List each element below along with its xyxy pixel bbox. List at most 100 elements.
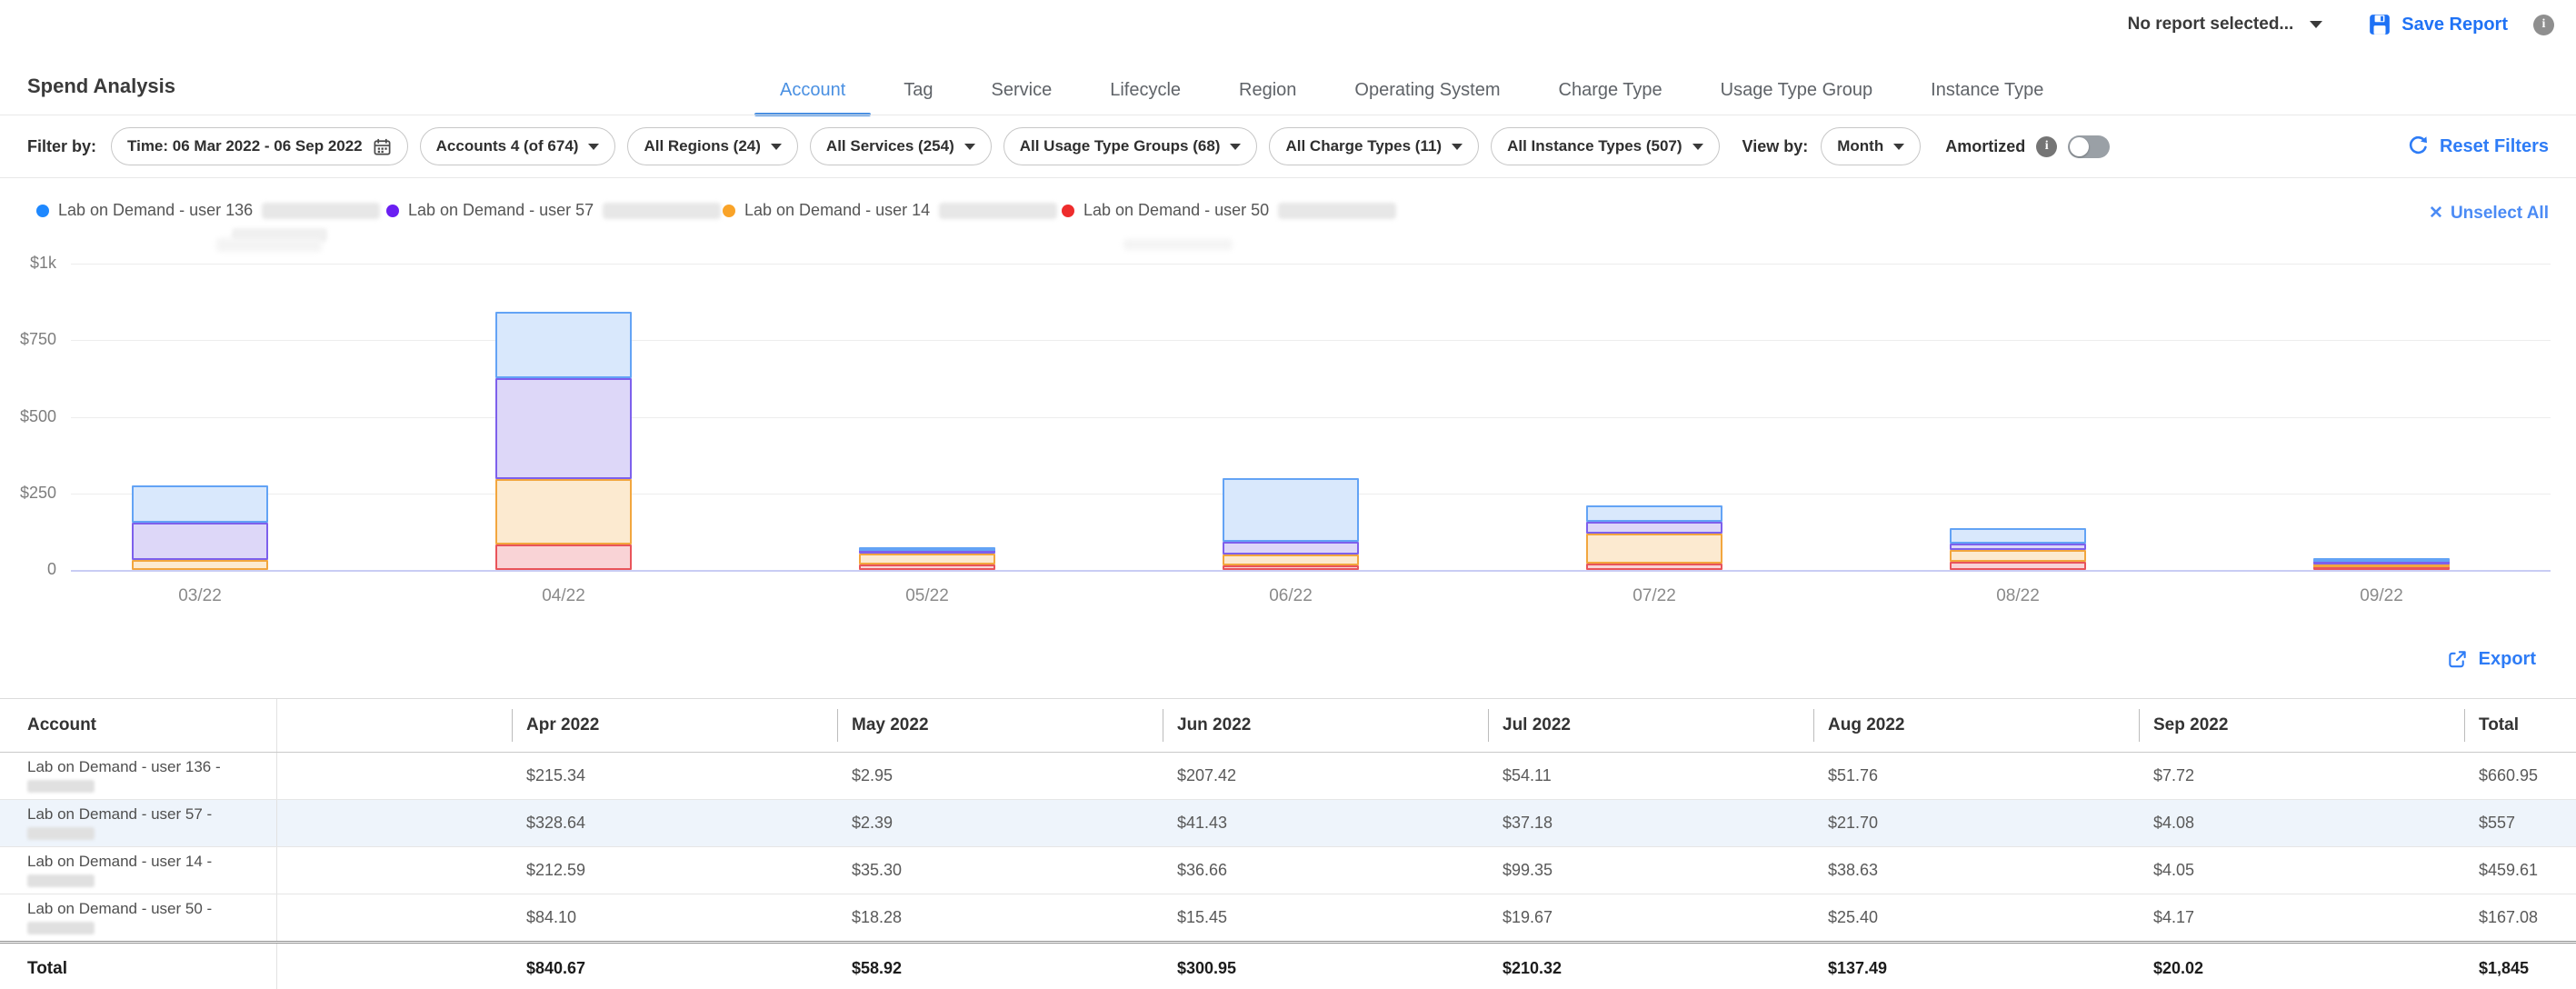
x-axis-label: 06/22 (1227, 586, 1354, 606)
bar-segment-lab-on-demand-user-50[interactable] (495, 544, 632, 570)
amortized-label: Amortized (1945, 137, 2025, 156)
legend-label: Lab on Demand - user 50 (1083, 201, 1269, 220)
chart-legend: ✕ Unselect All Lab on Demand - user 136 L… (0, 186, 2576, 243)
bar-segment-lab-on-demand-user-136[interactable] (132, 485, 268, 523)
filter-dropdown-all-usage-type-groups-68[interactable]: All Usage Type Groups (68) (1003, 127, 1258, 165)
bar-segment-lab-on-demand-user-50[interactable] (1950, 562, 2086, 570)
table-cell: $207.42 (1163, 753, 1488, 799)
legend-item-lab-on-demand-user-57[interactable]: Lab on Demand - user 57 (386, 201, 721, 220)
view-by-label: View by: (1742, 137, 1809, 156)
bar-segment-lab-on-demand-user-14[interactable] (859, 554, 995, 564)
export-button[interactable]: Export (2447, 649, 2536, 670)
tab-instance-type[interactable]: Instance Type (1931, 80, 2043, 101)
filter-dropdown-all-charge-types-11[interactable]: All Charge Types (11) (1269, 127, 1479, 165)
info-icon[interactable]: i (2533, 15, 2554, 35)
save-icon (2368, 13, 2391, 36)
x-axis-label: 08/22 (1954, 586, 2082, 606)
save-report-button[interactable]: Save Report (2368, 13, 2508, 36)
bar-segment-lab-on-demand-user-136[interactable] (1586, 505, 1722, 522)
bar-segment-lab-on-demand-user-14[interactable] (1950, 550, 2086, 562)
tab-operating-system[interactable]: Operating System (1354, 80, 1500, 101)
y-axis-label: 0 (0, 560, 56, 579)
legend-item-lab-on-demand-user-50[interactable]: Lab on Demand - user 50 (1062, 201, 1396, 220)
reset-icon (2407, 135, 2429, 157)
redacted-text (1123, 239, 1233, 250)
table-cell-account: Lab on Demand - user 50 - (0, 894, 277, 941)
save-report-label: Save Report (2401, 15, 2508, 35)
bar-segment-lab-on-demand-user-50[interactable] (1586, 564, 1722, 570)
filter-dropdown-all-instance-types-507[interactable]: All Instance Types (507) (1491, 127, 1719, 165)
table-cell: $37.18 (1488, 800, 1813, 846)
bar-segment-lab-on-demand-user-50[interactable] (859, 564, 995, 570)
reset-filters-button[interactable]: Reset Filters (2407, 135, 2549, 157)
filter-dropdown-all-services-254[interactable]: All Services (254) (810, 127, 992, 165)
unselect-all-label: Unselect All (2451, 204, 2549, 224)
tab-usage-type-group[interactable]: Usage Type Group (1721, 80, 1873, 101)
amortized-info-icon[interactable]: i (2036, 136, 2057, 157)
export-label: Export (2479, 649, 2536, 670)
bar-segment-lab-on-demand-user-57[interactable] (1223, 542, 1359, 554)
x-axis-line (71, 570, 2551, 572)
tab-lifecycle[interactable]: Lifecycle (1110, 80, 1181, 101)
redacted-text (216, 238, 322, 252)
legend-color-dot (723, 205, 735, 217)
filter-dropdown-accounts-4-of-674[interactable]: Accounts 4 (of 674) (420, 127, 616, 165)
table-header-aug-2022: Aug 2022 (1813, 699, 2139, 752)
table-header-jul-2022: Jul 2022 (1488, 699, 1813, 752)
bar-segment-lab-on-demand-user-57[interactable] (1950, 544, 2086, 550)
bar-segment-lab-on-demand-user-136[interactable] (2313, 558, 2450, 562)
redacted-text (27, 780, 95, 793)
report-selector-dropdown[interactable]: No report selected... (2128, 15, 2323, 35)
reset-filters-label: Reset Filters (2440, 136, 2549, 157)
gridline (71, 340, 2551, 341)
bar-segment-lab-on-demand-user-57[interactable] (132, 523, 268, 560)
time-filter-label: Time: 06 Mar 2022 - 06 Sep 2022 (127, 137, 363, 155)
table-row: Lab on Demand - user 50 -$84.10$18.28$15… (0, 894, 2576, 941)
bar-segment-lab-on-demand-user-14[interactable] (1586, 534, 1722, 564)
tab-service[interactable]: Service (992, 80, 1053, 101)
table-cell: $20.02 (2139, 944, 2464, 989)
bar-segment-lab-on-demand-user-50[interactable] (1223, 565, 1359, 570)
legend-item-lab-on-demand-user-136[interactable]: Lab on Demand - user 136 (36, 201, 380, 220)
bar-segment-lab-on-demand-user-136[interactable] (1950, 528, 2086, 544)
table-cell: $36.66 (1163, 847, 1488, 894)
table-cell: $660.95 (2464, 753, 2576, 799)
bar-segment-lab-on-demand-user-14[interactable] (1223, 554, 1359, 565)
table-cell: $137.49 (1813, 944, 2139, 989)
y-axis-label: $250 (0, 484, 56, 503)
bar-segment-lab-on-demand-user-136[interactable] (1223, 478, 1359, 542)
bar-segment-lab-on-demand-user-14[interactable] (495, 479, 632, 544)
table-cell: $25.40 (1813, 894, 2139, 941)
amortized-toggle[interactable] (2068, 135, 2110, 158)
table-cell: $51.76 (1813, 753, 2139, 799)
redacted-text (939, 203, 1057, 219)
table-cell: $328.64 (512, 800, 837, 846)
legend-item-lab-on-demand-user-14[interactable]: Lab on Demand - user 14 (723, 201, 1057, 220)
bar-segment-lab-on-demand-user-136[interactable] (495, 312, 632, 378)
bar-segment-lab-on-demand-user-136[interactable] (859, 547, 995, 551)
time-filter[interactable]: Time: 06 Mar 2022 - 06 Sep 2022 (111, 127, 408, 165)
table-header-account: Account (0, 699, 277, 752)
tab-charge-type[interactable]: Charge Type (1559, 80, 1662, 101)
redacted-text (603, 203, 721, 219)
x-axis-label: 05/22 (864, 586, 991, 606)
view-by-value: Month (1837, 137, 1883, 155)
table-cell: $2.39 (837, 800, 1163, 846)
table-cell-spacer (277, 894, 512, 941)
gridline (71, 417, 2551, 418)
bar-segment-lab-on-demand-user-57[interactable] (495, 378, 632, 479)
tab-tag[interactable]: Tag (904, 80, 933, 101)
legend-label: Lab on Demand - user 136 (58, 201, 253, 220)
table-cell: $167.08 (2464, 894, 2576, 941)
view-by-dropdown[interactable]: Month (1821, 127, 1921, 165)
tab-account[interactable]: Account (780, 80, 845, 101)
bar-segment-lab-on-demand-user-14[interactable] (132, 560, 268, 570)
filter-dropdown-all-regions-24[interactable]: All Regions (24) (627, 127, 797, 165)
spend-chart: $1k$750$500$250003/2204/2205/2206/2207/2… (0, 236, 2576, 627)
x-axis-label: 03/22 (136, 586, 264, 606)
unselect-all-button[interactable]: ✕ Unselect All (2429, 203, 2549, 224)
chevron-down-icon (771, 144, 782, 150)
table-cell: $19.67 (1488, 894, 1813, 941)
tab-region[interactable]: Region (1239, 80, 1296, 101)
bar-segment-lab-on-demand-user-57[interactable] (1586, 522, 1722, 534)
